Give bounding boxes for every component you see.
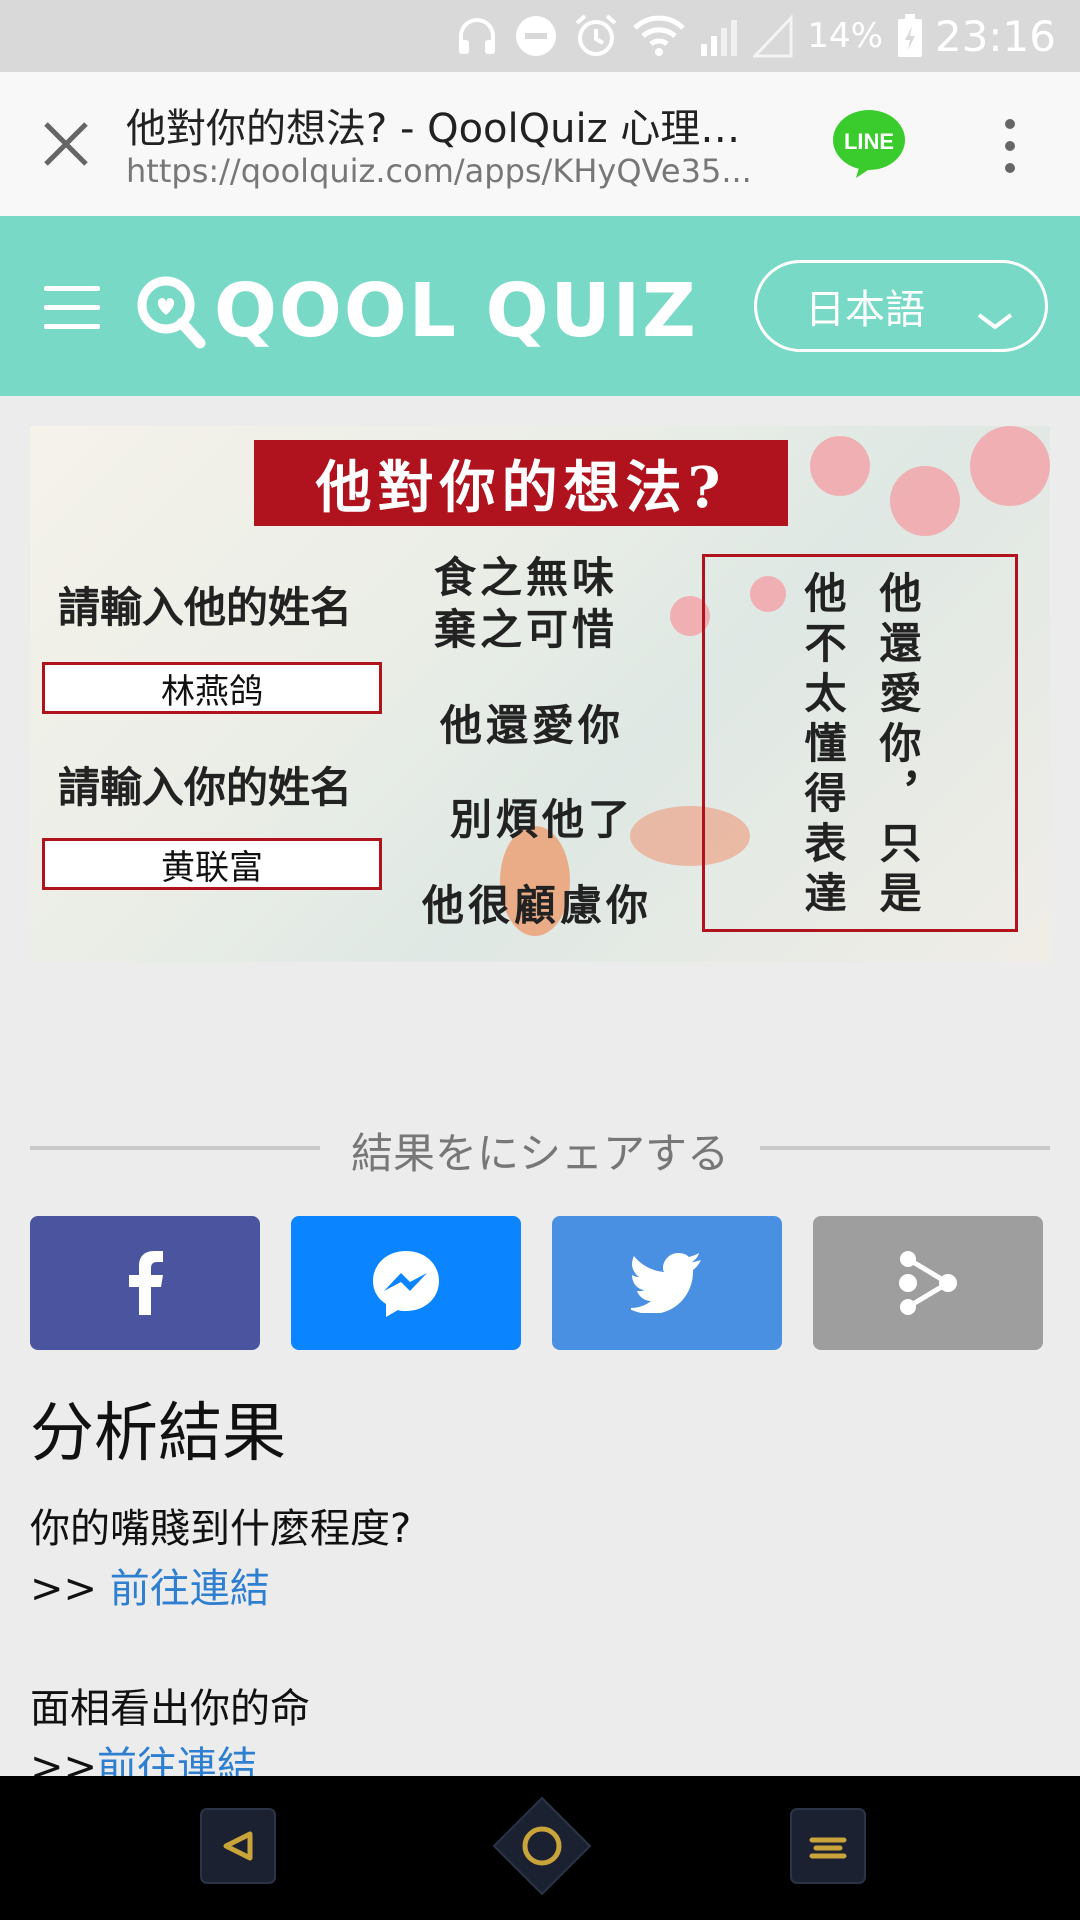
share-icon xyxy=(899,1251,957,1315)
quiz-banner-image[interactable]: 他對你的想法? 請輸入他的姓名 林燕鸽 請輸入你的姓名 黄联富 食之無味 棄之可… xyxy=(30,426,1050,962)
blossom-decoration xyxy=(810,436,870,496)
more-options-icon[interactable] xyxy=(990,116,1030,176)
go-to-link[interactable]: 前往連結 xyxy=(110,1566,270,1612)
vertical-text-col-2: 他不太懂得表達 xyxy=(798,571,847,921)
result-phrase-2: 他還愛你 xyxy=(440,701,625,750)
signal-icon xyxy=(699,14,739,58)
your-name-field: 黄联富 xyxy=(42,838,382,890)
facebook-icon xyxy=(129,1251,163,1315)
site-logo[interactable]: QOOL QUIZ xyxy=(130,266,698,356)
result-phrase-4: 他很顧慮你 xyxy=(422,881,653,930)
generic-share-button[interactable] xyxy=(813,1216,1043,1350)
line-label: LINE xyxy=(844,129,894,154)
vertical-text-col-1: 他還愛你，只是 xyxy=(873,571,922,921)
result-phrase-3: 別煩他了 xyxy=(450,795,635,844)
alarm-icon xyxy=(573,13,619,59)
line-share-button[interactable]: LINE xyxy=(830,108,908,180)
result-vertical-box: 他還愛你，只是 他不太懂得表達 xyxy=(702,554,1018,932)
battery-percentage: 14% xyxy=(807,16,883,56)
analysis-title: 分析結果 xyxy=(30,1397,286,1471)
home-icon[interactable] xyxy=(492,1796,592,1896)
messenger-share-button[interactable] xyxy=(291,1216,521,1350)
blossom-decoration xyxy=(890,466,960,536)
headphones-icon xyxy=(455,14,499,58)
page-title: 他對你的想法? - QoolQuiz 心理テ... xyxy=(126,106,776,152)
language-select-value: 日本語 xyxy=(805,287,925,333)
banner-title: 他對你的想法? xyxy=(254,440,788,526)
his-name-field: 林燕鸽 xyxy=(42,662,382,714)
wifi-icon xyxy=(633,14,686,58)
page-url[interactable]: https://qoolquiz.com/apps/KHyQVe35... xyxy=(126,152,776,190)
language-select[interactable]: 日本語 xyxy=(754,260,1048,352)
navigation-bar xyxy=(0,1776,1080,1920)
chevron-down-icon xyxy=(975,297,1015,343)
related-quiz-link-line: >> 前往連結 xyxy=(30,1556,270,1614)
close-icon[interactable] xyxy=(36,114,96,174)
clock: 23:16 xyxy=(934,11,1056,61)
battery-charging-icon xyxy=(897,14,923,58)
do-not-disturb-icon xyxy=(513,13,559,59)
recents-icon[interactable] xyxy=(790,1808,866,1884)
back-icon[interactable] xyxy=(200,1808,276,1884)
status-icons: 14% 23:16 xyxy=(441,0,1080,72)
blossom-decoration xyxy=(970,426,1050,506)
browser-toolbar: 他對你的想法? - QoolQuiz 心理テ... https://qoolqu… xyxy=(0,72,1080,217)
logo-text: QOOL QUIZ xyxy=(214,268,698,354)
related-quiz-title: 面相看出你的命 xyxy=(30,1686,310,1732)
twitter-share-button[interactable] xyxy=(552,1216,782,1350)
logo-magnifier-icon xyxy=(137,276,206,349)
related-quiz-title: 你的嘴賤到什麼程度? xyxy=(30,1506,412,1552)
share-label: 結果をにシェアする xyxy=(350,1129,729,1178)
link-prefix: >> xyxy=(30,1566,110,1612)
twitter-icon xyxy=(631,1253,701,1313)
signal-empty-icon xyxy=(753,14,793,58)
result-phrase-1-line-2: 棄之可惜 xyxy=(434,605,619,654)
facebook-share-button[interactable] xyxy=(30,1216,260,1350)
menu-icon[interactable] xyxy=(44,286,100,330)
status-bar: 14% 23:16 xyxy=(0,0,1080,72)
your-name-label: 請輸入你的姓名 xyxy=(58,763,353,812)
his-name-label: 請輸入他的姓名 xyxy=(58,583,353,632)
messenger-icon xyxy=(373,1251,439,1317)
